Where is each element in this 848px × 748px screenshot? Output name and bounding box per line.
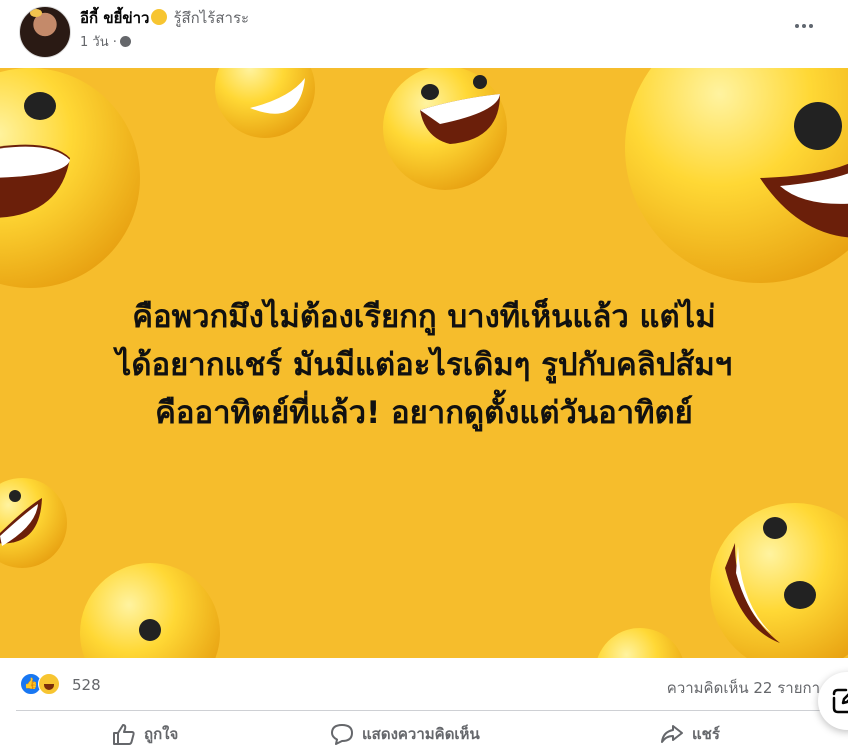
reaction-icons[interactable]: 👍 [20,673,64,695]
share-arrow-icon [661,725,683,743]
thumbs-up-icon [113,724,135,745]
reactions-summary: 👍 528 ความคิดเห็น 22 รายกา [0,658,848,710]
post-meta: 1 วัน · [80,31,131,52]
haha-icon [38,673,60,695]
post-time[interactable]: 1 วัน · [80,35,117,50]
comment-bubble-icon [331,724,353,745]
share-button[interactable]: แชร์ [660,720,720,748]
share-label: แชร์ [692,725,720,743]
action-divider [16,710,832,711]
author-name[interactable]: อีกี้ ขยี้ข่าว [80,9,149,27]
more-options-button[interactable] [786,10,822,42]
feeling-emoji-icon [151,9,168,25]
comment-label: แสดงความคิดเห็น [362,725,480,743]
avatar-flower-decoration [30,9,42,17]
post-header: อีกี้ ขยี้ข่าว รู้สึกไร้สาระ 1 วัน · [0,0,848,68]
compose-icon [832,688,848,714]
globe-icon [119,36,131,47]
reaction-count[interactable]: 528 [72,676,101,694]
comment-button[interactable]: แสดงความคิดเห็น [330,720,480,748]
feeling-text[interactable]: รู้สึกไร้สาระ [173,9,249,27]
like-label: ถูกใจ [144,725,179,743]
more-dots-icon [795,24,799,28]
comment-count[interactable]: ความคิดเห็น 22 รายกา [667,676,820,700]
author-line: อีกี้ ขยี้ข่าว รู้สึกไร้สาระ [80,6,249,30]
action-bar: ถูกใจ แสดงความคิดเห็น แชร์ [0,712,848,748]
post-image[interactable]: คือพวกมึงไม่ต้องเรียกกู บางทีเห็นแล้ว แต… [0,68,848,658]
post-image-caption: คือพวกมึงไม่ต้องเรียกกู บางทีเห็นแล้ว แต… [115,299,733,431]
like-button[interactable]: ถูกใจ [112,720,178,748]
author-avatar[interactable] [19,6,71,58]
